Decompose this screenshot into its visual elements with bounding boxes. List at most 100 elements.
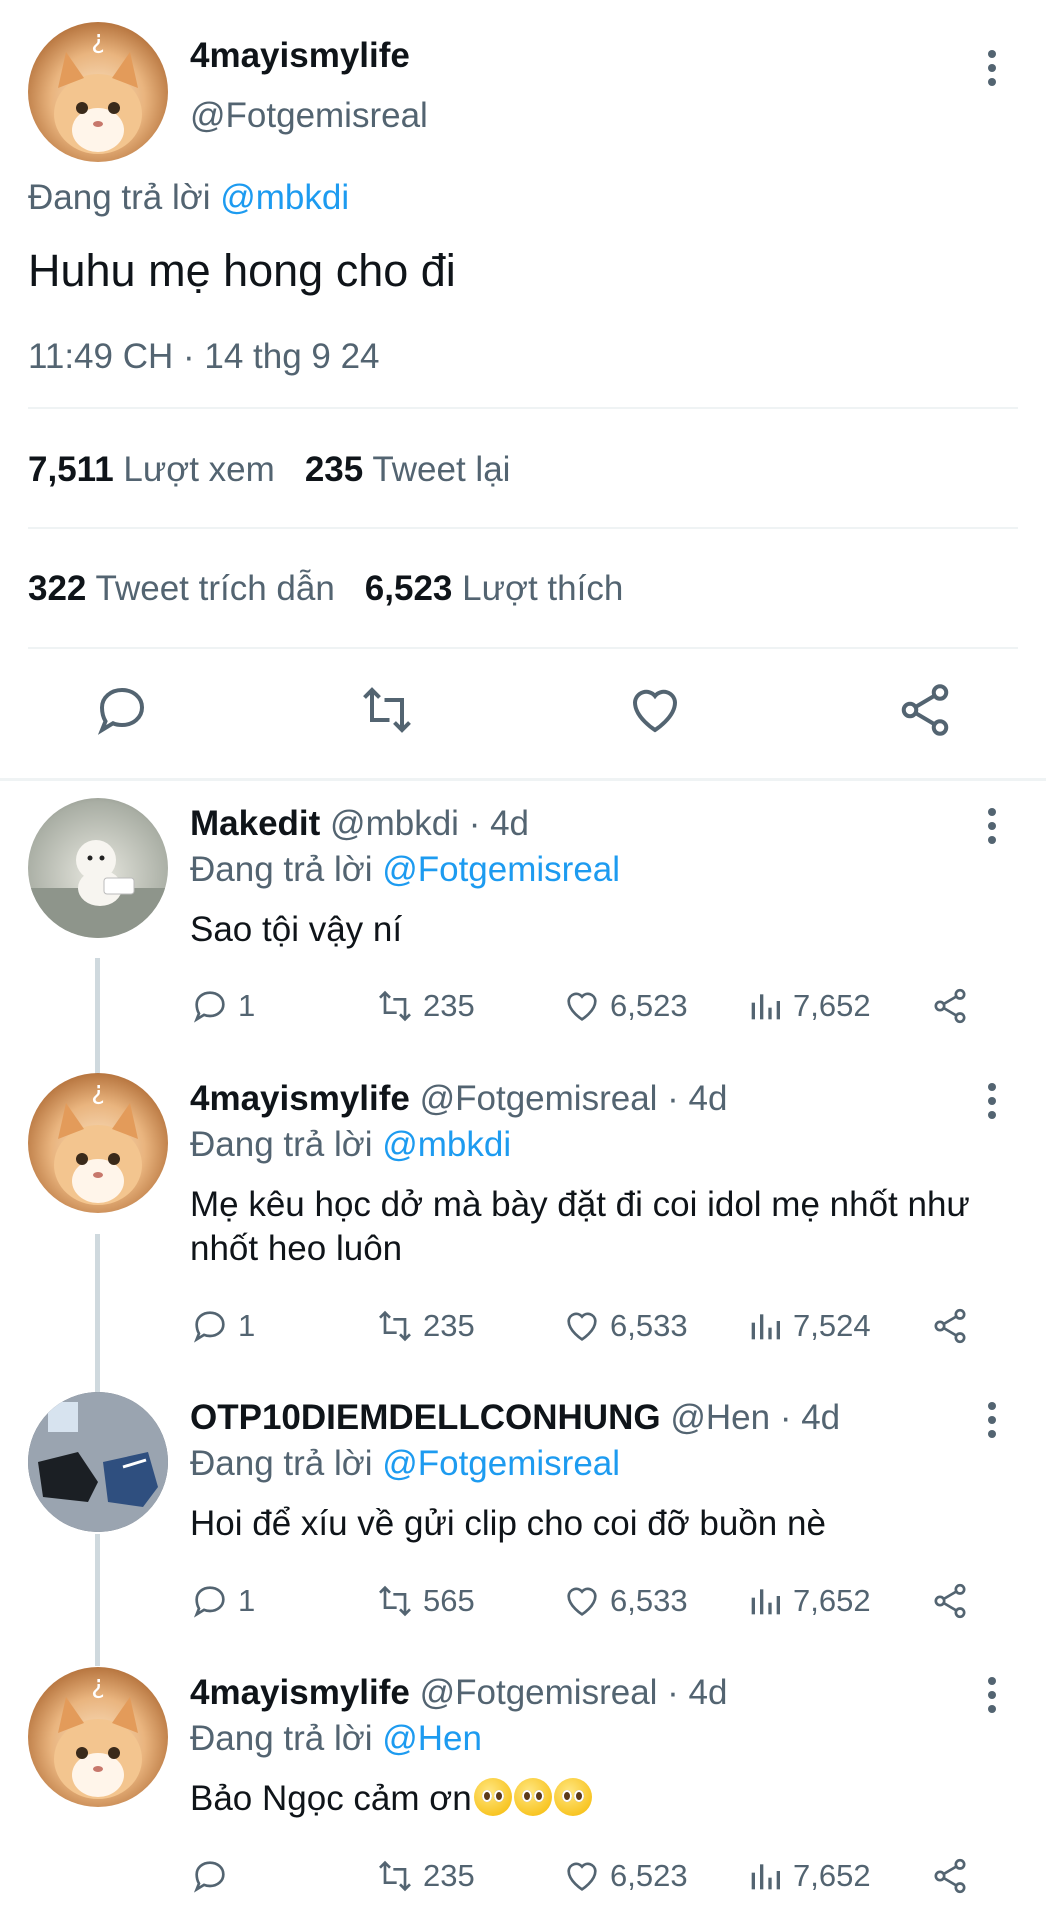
reply-header: 4mayismylife @Fotgemisreal · 4d	[190, 1079, 727, 1119]
reply-action-bar: 1 235 6,523 7,652	[190, 983, 1010, 1029]
views-count: 7,524	[793, 1308, 871, 1343]
author-handle[interactable]: @Fotgemisreal	[190, 96, 428, 136]
reply-handle[interactable]: @mbkdi	[330, 804, 459, 843]
retweet-count: 235	[423, 988, 475, 1023]
stats-row-views-retweets: 7,511 Lượt xem 235 Tweet lại	[28, 450, 510, 490]
avatar-white-puppy[interactable]	[28, 798, 168, 938]
reply-tweet[interactable]: ¿ 4mayismylife @Fotgemisreal · 4d Đang t…	[0, 1649, 1046, 1920]
retweet-count: 235	[423, 1308, 475, 1343]
reply-text: Hoi để xíu về gửi clip cho coi đỡ buồn n…	[190, 1504, 826, 1543]
like-count: 6,523	[610, 988, 688, 1023]
tweet-timestamp[interactable]: 11:49 CH · 14 thg 9 24	[28, 337, 380, 377]
quotes-stat[interactable]: 322 Tweet trích dẫn	[28, 569, 335, 608]
reply-tweet[interactable]: Makedit @mbkdi · 4d Đang trả lời @Fotgem…	[0, 780, 1046, 1058]
reply-display-name[interactable]: OTP10DIEMDELLCONHUNG	[190, 1398, 661, 1437]
retweet-icon[interactable]: 565	[375, 1578, 475, 1624]
reply-handle[interactable]: @Fotgemisreal	[420, 1673, 658, 1712]
more-options-icon[interactable]	[987, 50, 997, 90]
tweet-action-bar	[0, 680, 1046, 750]
reply-display-name[interactable]: 4mayismylife	[190, 1079, 410, 1118]
stats-row-quotes-likes: 322 Tweet trích dẫn 6,523 Lượt thích	[28, 569, 623, 609]
share-icon[interactable]	[930, 1303, 978, 1349]
avatar-orange-cat[interactable]: ¿	[28, 1667, 168, 1807]
like-icon[interactable]: 6,533	[562, 1303, 688, 1349]
reply-tweet[interactable]: OTP10DIEMDELLCONHUNG @Hen · 4d Đang trả …	[0, 1374, 1046, 1649]
retweet-count: 235	[423, 1858, 475, 1893]
views-icon[interactable]: 7,652	[745, 983, 871, 1029]
replying-to-line: Đang trả lời @Fotgemisreal	[190, 850, 620, 890]
more-options-icon[interactable]	[987, 1677, 997, 1717]
reply-count: 1	[238, 988, 256, 1023]
avatar-orange-cat[interactable]: ¿	[28, 1073, 168, 1213]
reply-header: 4mayismylife @Fotgemisreal · 4d	[190, 1673, 727, 1713]
like-icon[interactable]: 6,523	[562, 1853, 688, 1899]
like-count: 6,523	[610, 1858, 688, 1893]
replying-to-mention[interactable]: @mbkdi	[220, 178, 349, 217]
cat-avatar-image: ¿	[54, 1670, 142, 1799]
reply-text: Mẹ kêu học dở mà bày đặt đi coi idol mẹ …	[190, 1185, 970, 1268]
reply-display-name[interactable]: 4mayismylife	[190, 1673, 410, 1712]
reply-count: 1	[238, 1583, 256, 1618]
reply-action-bar: 1 235 6,533 7,524	[190, 1303, 1010, 1349]
reply-icon[interactable]: 1	[190, 1303, 255, 1349]
avatar-orange-cat[interactable]: ¿	[28, 22, 168, 162]
like-icon[interactable]: 6,533	[562, 1578, 688, 1624]
reply-text-line: Bảo Ngọc cảm ơn	[190, 1777, 990, 1821]
replying-to-line: Đang trả lời @mbkdi	[28, 178, 349, 218]
replying-to-prefix: Đang trả lời	[190, 1719, 373, 1758]
separator	[28, 647, 1018, 649]
reply-icon[interactable]	[92, 680, 152, 740]
separator	[28, 527, 1018, 529]
reply-time: · 4d	[779, 1398, 841, 1437]
retweet-icon[interactable]	[357, 680, 417, 740]
replying-to-mention[interactable]: @Fotgemisreal	[382, 850, 620, 889]
more-options-icon[interactable]	[987, 1083, 997, 1123]
reply-time: · 4d	[468, 804, 529, 843]
likes-stat[interactable]: 6,523 Lượt thích	[365, 569, 624, 608]
replying-to-mention[interactable]: @Fotgemisreal	[382, 1444, 620, 1483]
reply-time: · 4d	[667, 1079, 728, 1118]
reply-time: · 4d	[667, 1673, 728, 1712]
share-icon[interactable]	[930, 1853, 978, 1899]
replying-to-line: Đang trả lời @Fotgemisreal	[190, 1444, 620, 1484]
reply-count: 1	[238, 1308, 256, 1343]
views-count: 7,652	[793, 1583, 871, 1618]
views-icon[interactable]: 7,524	[745, 1303, 871, 1349]
views-icon[interactable]: 7,652	[745, 1853, 871, 1899]
reply-header: Makedit @mbkdi · 4d	[190, 804, 529, 844]
reply-icon[interactable]: 1	[190, 1578, 255, 1624]
reply-text: Bảo Ngọc cảm ơn	[190, 1779, 472, 1818]
views-count: 7,652	[793, 988, 871, 1023]
views-stat[interactable]: 7,511 Lượt xem	[28, 450, 275, 489]
reply-display-name[interactable]: Makedit	[190, 804, 320, 843]
replying-to-mention[interactable]: @Hen	[382, 1719, 482, 1758]
more-options-icon[interactable]	[987, 808, 997, 848]
views-count: 7,652	[793, 1858, 871, 1893]
views-icon[interactable]: 7,652	[745, 1578, 871, 1624]
reply-tweet[interactable]: ¿ 4mayismylife @Fotgemisreal · 4d Đang t…	[0, 1055, 1046, 1375]
reply-icon[interactable]: 1	[190, 983, 255, 1029]
retweet-icon[interactable]: 235	[375, 1853, 475, 1899]
share-icon[interactable]	[930, 1578, 978, 1624]
share-icon[interactable]	[895, 680, 955, 740]
like-icon[interactable]: 6,523	[562, 983, 688, 1029]
like-icon[interactable]	[625, 680, 685, 740]
avatar-sneakers[interactable]	[28, 1392, 168, 1532]
replying-to-prefix: Đang trả lời	[190, 850, 373, 889]
reply-handle[interactable]: @Hen	[670, 1398, 770, 1437]
retweet-icon[interactable]: 235	[375, 983, 475, 1029]
retweet-icon[interactable]: 235	[375, 1303, 475, 1349]
replying-to-line: Đang trả lời @Hen	[190, 1719, 482, 1759]
replying-to-prefix: Đang trả lời	[28, 178, 211, 217]
reply-header: OTP10DIEMDELLCONHUNG @Hen · 4d	[190, 1398, 840, 1438]
cat-avatar-image: ¿	[54, 25, 142, 154]
reply-handle[interactable]: @Fotgemisreal	[420, 1079, 658, 1118]
replying-to-mention[interactable]: @mbkdi	[382, 1125, 511, 1164]
author-display-name[interactable]: 4mayismylife	[190, 36, 410, 76]
retweets-stat[interactable]: 235 Tweet lại	[305, 450, 511, 489]
svg-text:¿: ¿	[91, 1670, 105, 1700]
tweet-text: Huhu mẹ hong cho đi	[28, 245, 456, 296]
more-options-icon[interactable]	[987, 1402, 997, 1442]
reply-icon[interactable]	[190, 1853, 238, 1899]
share-icon[interactable]	[930, 983, 978, 1029]
